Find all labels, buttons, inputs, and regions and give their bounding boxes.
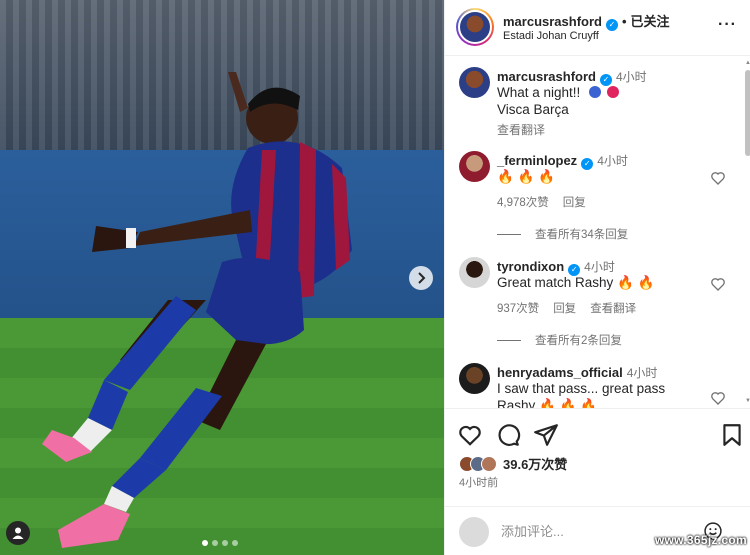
comment-input[interactable] (501, 521, 651, 541)
scrollbar-thumb[interactable] (745, 70, 750, 156)
caption-time: 4小时 (615, 70, 647, 84)
share-icon[interactable] (533, 422, 559, 448)
view-replies-link[interactable]: 查看所有34条回复 (497, 226, 628, 242)
comment-username[interactable]: henryadams_official (497, 365, 623, 380)
bookmark-icon[interactable] (719, 422, 745, 448)
comment-time: 4小时 (597, 154, 628, 168)
instagram-post-view: marcusrashford ✓ • 已关注 Estadi Johan Cruyff … (0, 0, 750, 555)
comment: tyrondixon ✓ 4小时 Great match Rashy 🔥 🔥 937… (445, 254, 745, 348)
caption-username[interactable]: marcusrashford (497, 69, 596, 84)
heart-icon[interactable] (710, 390, 726, 406)
chevron-right-icon (418, 272, 426, 284)
translate-link[interactable]: 查看翻译 (590, 303, 636, 315)
carousel-dot (212, 540, 218, 546)
location-link[interactable]: Estadi Johan Cruyff (503, 30, 599, 42)
translate-link[interactable]: 查看翻译 (497, 121, 545, 138)
heart-icon[interactable] (710, 170, 726, 186)
comment-likes[interactable]: 937次赞 (497, 303, 539, 315)
reply-button[interactable]: 回复 (553, 303, 576, 315)
caption: marcusrashford ✓ 4小时 What a night!! Visca … (445, 64, 745, 138)
comment-icon[interactable] (495, 422, 521, 448)
carousel-dot (202, 540, 208, 546)
avatar[interactable] (456, 8, 494, 46)
post-side-panel: marcusrashford ✓ • 已关注 Estadi Johan Cruyff … (444, 0, 750, 555)
scroll-up-icon[interactable]: ▲ (745, 60, 750, 66)
avatar (459, 517, 489, 547)
carousel-dots (202, 540, 238, 546)
heart-icon[interactable] (710, 276, 726, 292)
avatar[interactable] (459, 151, 490, 182)
likes-count[interactable]: 39.6万次赞 (503, 454, 567, 473)
avatar (481, 455, 497, 472)
comment-text: 🔥 🔥 🔥 (497, 169, 555, 184)
watermark: www.365jz.com (654, 533, 747, 547)
avatar[interactable] (459, 67, 490, 98)
next-photo-button[interactable] (409, 266, 433, 290)
comment-text-line2: Rashy 🔥 🔥 🔥 (497, 398, 597, 408)
comment-text: I saw that pass... great pass (497, 381, 666, 396)
comment-emoji: 🔥 🔥 (617, 275, 655, 290)
heart-icon[interactable] (457, 422, 483, 448)
carousel-dot (222, 540, 228, 546)
following-button[interactable]: 已关注 (631, 14, 670, 29)
separator-dot: • (621, 14, 627, 29)
action-bar: 39.6万次赞 4小时前 (445, 408, 750, 518)
comment-composer: www.365jz.com (445, 506, 750, 555)
verified-badge-icon: ✓ (605, 19, 618, 31)
blue-circle-red-circle-icon (589, 86, 620, 98)
header-username[interactable]: marcusrashford (503, 14, 602, 29)
comment-time: 4小时 (584, 260, 615, 274)
avatar[interactable] (459, 257, 490, 288)
tagged-users-button[interactable] (6, 521, 30, 545)
caption-line1: What a night!! (497, 85, 581, 100)
reply-button[interactable]: 回复 (563, 197, 586, 209)
comment: henryadams_official 4小时 I saw that pass..… (445, 360, 745, 408)
caption-line2: Visca Barça (497, 102, 569, 117)
carousel-dot (232, 540, 238, 546)
comments-scrollbar[interactable]: ▲ ▼ (745, 60, 750, 408)
verified-badge-icon: ✓ (581, 158, 594, 170)
comment-username[interactable]: _ferminlopez (497, 153, 577, 168)
comment: _ferminlopez ✓ 4小时 🔥 🔥 🔥 4,978次赞 回复 查看所有34条… (445, 148, 745, 241)
comment-username[interactable]: tyrondixon (497, 259, 564, 274)
more-icon[interactable]: ··· (718, 16, 737, 34)
comments-list: marcusrashford ✓ 4小时 What a night!! Visca … (445, 56, 745, 408)
posted-time: 4小时前 (459, 477, 499, 489)
comment-time: 4小时 (626, 366, 658, 380)
likes-summary[interactable]: 39.6万次赞 (459, 454, 567, 473)
player-kicking (42, 72, 352, 548)
view-replies-link[interactable]: 查看所有2条回复 (497, 332, 622, 348)
post-photo (0, 0, 444, 555)
comment-likes[interactable]: 4,978次赞 (497, 197, 549, 209)
avatar[interactable] (459, 363, 490, 394)
comment-text: Great match Rashy (497, 275, 614, 290)
scroll-down-icon[interactable]: ▼ (745, 398, 750, 404)
post-header: marcusrashford ✓ • 已关注 Estadi Johan Cruyff … (445, 0, 750, 56)
user-tag-icon (12, 527, 24, 539)
